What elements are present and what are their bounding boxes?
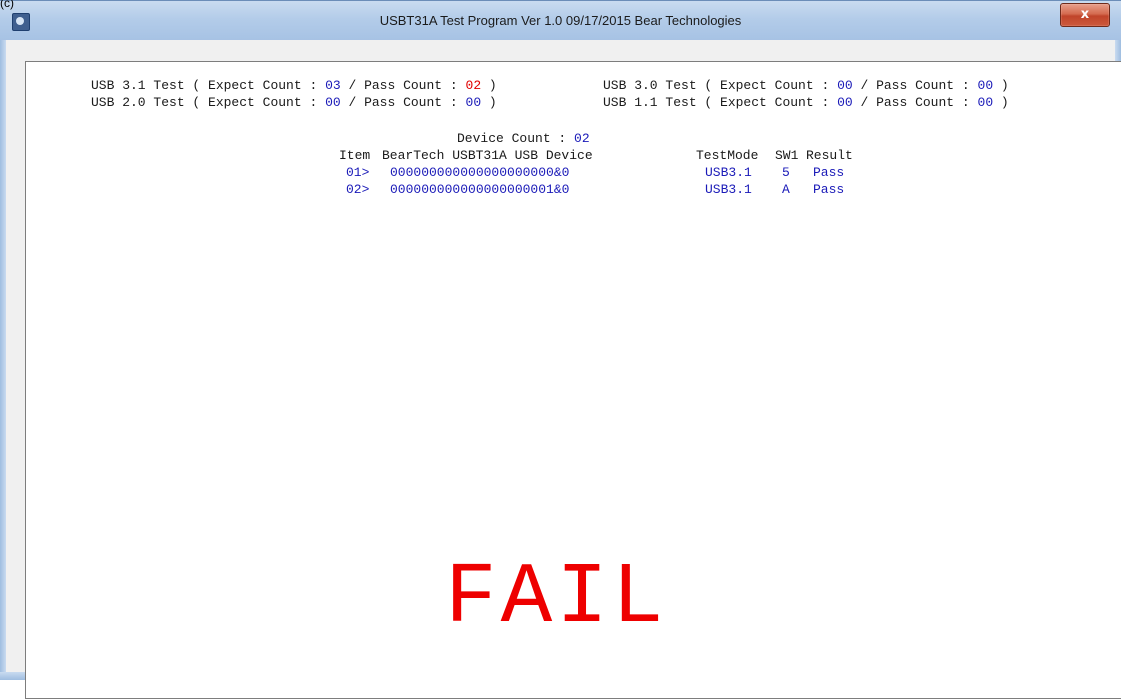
device-count-label: Device Count : (457, 131, 567, 146)
app-window: USBT31A Test Program Ver 1.0 09/17/2015 … (0, 0, 1121, 699)
header-testmode: TestMode (696, 148, 759, 163)
row2-sw1: A (782, 182, 790, 197)
device-count-value: 02 (574, 131, 590, 146)
expect-label: Expect Count : (720, 95, 830, 110)
row2-item: 02> (346, 182, 370, 197)
header-sw1: SW1 (775, 148, 799, 163)
usb11-summary: USB 1.1 Test ( Expect Count : 00 / Pass … (603, 95, 1009, 110)
row1-result: Pass (813, 165, 845, 180)
row2-device: 000000000000000000001&0 (390, 182, 570, 197)
usb31-label: USB 3.1 Test (91, 78, 185, 93)
usb30-pass-count: 00 (977, 78, 994, 93)
row1-device: 000000000000000000000&0 (390, 165, 570, 180)
fail-status: FAIL (445, 549, 668, 647)
usb31-expect-count: 03 (325, 78, 341, 93)
usb31-pass-count: 02 (465, 78, 482, 93)
row2-result: Pass (813, 182, 845, 197)
header-device: BearTech USBT31A USB Device (382, 148, 593, 163)
close-button[interactable]: x (1060, 3, 1110, 27)
window-title: USBT31A Test Program Ver 1.0 09/17/2015 … (379, 13, 742, 28)
usb20-label: USB 2.0 Test (91, 95, 185, 110)
usb30-expect-count: 00 (837, 78, 853, 93)
row1-item: 01> (346, 165, 370, 180)
usb11-expect-count: 00 (837, 95, 853, 110)
expect-label: Expect Count : (208, 95, 318, 110)
usb20-expect-count: 00 (325, 95, 341, 110)
usb11-label: USB 1.1 Test (603, 95, 697, 110)
usb31-summary: USB 3.1 Test ( Expect Count : 03 / Pass … (91, 78, 497, 93)
row1-sw1: 5 (782, 165, 790, 180)
expect-label: Expect Count : (720, 78, 830, 93)
row1-testmode: USB3.1 (705, 165, 752, 180)
title-bar[interactable]: USBT31A Test Program Ver 1.0 09/17/2015 … (0, 0, 1121, 41)
usb11-pass-count: 00 (977, 95, 994, 110)
usb30-summary: USB 3.0 Test ( Expect Count : 00 / Pass … (603, 78, 1009, 93)
usb30-label: USB 3.0 Test (603, 78, 697, 93)
row2-testmode: USB3.1 (705, 182, 752, 197)
figure-label: (c) (0, 0, 14, 10)
pass-label: Pass Count : (364, 95, 458, 110)
pass-label: Pass Count : (364, 78, 458, 93)
usb20-summary: USB 2.0 Test ( Expect Count : 00 / Pass … (91, 95, 497, 110)
header-result: Result (806, 148, 853, 163)
device-count-line: Device Count : 02 (457, 131, 590, 146)
expect-label: Expect Count : (208, 78, 318, 93)
pass-label: Pass Count : (876, 95, 970, 110)
usb20-pass-count: 00 (465, 95, 482, 110)
header-item: Item (339, 148, 371, 163)
pass-label: Pass Count : (876, 78, 970, 93)
